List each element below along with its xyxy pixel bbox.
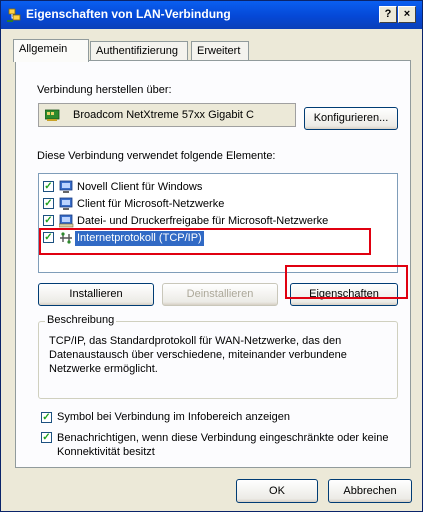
client-icon — [59, 180, 73, 193]
adapter-name: Broadcom NetXtreme 57xx Gigabit C — [73, 109, 254, 121]
highlight-properties-annotation — [285, 265, 408, 299]
item-label: Client für Microsoft-Netzwerke — [77, 198, 225, 210]
general-tab-panel: Verbindung herstellen über: Broadcom Net… — [15, 60, 411, 468]
uninstall-button[interactable]: Deinstallieren — [162, 283, 278, 306]
checkbox-ms-client[interactable]: ✓ — [43, 198, 54, 209]
checkbox-novell-client[interactable]: ✓ — [43, 181, 54, 192]
description-group: Beschreibung TCP/IP, das Standardprotoko… — [38, 314, 398, 399]
client-icon — [59, 197, 73, 210]
adapter-field: Broadcom NetXtreme 57xx Gigabit C — [38, 103, 296, 127]
description-text: TCP/IP, das Standardprotokoll für WAN-Ne… — [49, 335, 347, 375]
close-button[interactable]: × — [398, 6, 416, 23]
install-button[interactable]: Installieren — [38, 283, 154, 306]
description-legend: Beschreibung — [45, 314, 117, 326]
notify-checkbox[interactable]: ✓ — [41, 432, 52, 443]
help-button[interactable]: ? — [379, 6, 397, 23]
tab-allgemein[interactable]: Allgemein — [13, 39, 89, 62]
window-title: Eigenschaften von LAN-Verbindung — [26, 7, 231, 21]
ok-button[interactable]: OK — [236, 479, 318, 503]
service-icon — [59, 214, 74, 228]
show-icon-checkbox[interactable]: ✓ — [41, 412, 52, 423]
item-label: Datei- und Druckerfreigabe für Microsoft… — [77, 215, 329, 227]
notify-label: Benachrichtigen, wenn diese Verbindung e… — [57, 432, 389, 458]
tab-erweitert[interactable]: Erweitert — [191, 41, 249, 61]
network-adapter-icon — [45, 109, 60, 121]
item-label: Novell Client für Windows — [77, 181, 203, 193]
tab-authentifizierung[interactable]: Authentifizierung — [90, 41, 188, 61]
cancel-button[interactable]: Abbrechen — [328, 479, 412, 503]
highlight-tcpip-annotation — [39, 228, 371, 255]
configure-button[interactable]: Konfigurieren... — [304, 107, 398, 130]
components-list[interactable]: ✓ Novell Client für Windows ✓ Client für… — [38, 173, 398, 273]
connect-using-label: Verbindung herstellen über: — [37, 84, 172, 96]
title-bar[interactable]: Eigenschaften von LAN-Verbindung ? × — [1, 1, 422, 29]
network-connection-icon — [7, 8, 21, 22]
show-icon-label: Symbol bei Verbindung im Infobereich anz… — [57, 411, 290, 423]
list-item-ms-client[interactable]: ✓ Client für Microsoft-Netzwerke — [43, 197, 393, 214]
list-item-novell-client[interactable]: ✓ Novell Client für Windows — [43, 180, 393, 197]
checkbox-file-printer-sharing[interactable]: ✓ — [43, 215, 54, 226]
properties-dialog: Eigenschaften von LAN-Verbindung ? × All… — [0, 0, 423, 512]
components-label: Diese Verbindung verwendet folgende Elem… — [37, 150, 276, 162]
